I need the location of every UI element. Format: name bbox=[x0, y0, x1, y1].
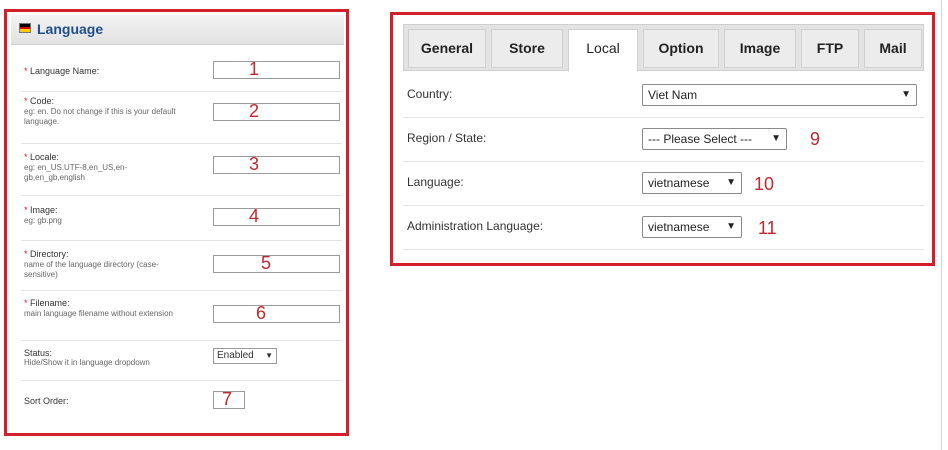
marker-6: 6 bbox=[256, 303, 267, 323]
page-edge-divider bbox=[941, 0, 942, 450]
sort-order-label: Sort Order: bbox=[24, 396, 69, 406]
directory-help: name of the language directory (case-sen… bbox=[24, 260, 159, 279]
chevron-down-icon: ▼ bbox=[726, 221, 736, 232]
settings-panel: General Store Local Option Image FTP Mai… bbox=[390, 12, 935, 266]
directory-row: * Directory: name of the language direct… bbox=[21, 241, 342, 291]
marker-11: 11 bbox=[758, 218, 777, 238]
language-select[interactable]: vietnamese ▼ bbox=[642, 172, 742, 194]
status-row: Status: Hide/Show it in language dropdow… bbox=[21, 341, 342, 381]
region-row: Region / State: --- Please Select --- ▼ … bbox=[403, 118, 924, 162]
filename-input[interactable] bbox=[213, 305, 340, 323]
chevron-down-icon: ▼ bbox=[771, 133, 781, 144]
image-help: eg: gb.png bbox=[24, 216, 62, 225]
filename-help: main language filename without extension bbox=[24, 309, 173, 318]
marker-7: 7 bbox=[222, 389, 233, 409]
tab-ftp[interactable]: FTP bbox=[801, 29, 859, 68]
tab-general[interactable]: General bbox=[408, 29, 486, 68]
marker-10: 10 bbox=[754, 174, 775, 194]
directory-input[interactable] bbox=[213, 255, 340, 273]
region-label: Region / State: bbox=[407, 131, 487, 145]
country-select[interactable]: Viet Nam ▼ bbox=[642, 84, 917, 106]
locale-row: * Locale: eg: en_US.UTF-8,en_US,en-gb,en… bbox=[21, 144, 342, 196]
status-select[interactable]: Enabled ▼ bbox=[213, 348, 277, 364]
language-panel: Language * Language Name: 1 * Code: eg: … bbox=[4, 9, 349, 436]
locale-help: eg: en_US.UTF-8,en_US,en-gb,en_gb,englis… bbox=[24, 163, 128, 182]
status-help: Hide/Show it in language dropdown bbox=[24, 358, 150, 367]
code-input[interactable] bbox=[213, 103, 340, 121]
filename-row: * Filename: main language filename witho… bbox=[21, 291, 342, 341]
image-input[interactable] bbox=[213, 208, 340, 226]
directory-label: Directory: bbox=[30, 249, 69, 259]
filename-label: Filename: bbox=[30, 298, 70, 308]
admin-language-row: Administration Language: vietnamese ▼ 11 bbox=[403, 206, 924, 250]
required-mark: * bbox=[24, 66, 28, 76]
marker-2: 2 bbox=[249, 101, 260, 121]
language-name-label: Language Name: bbox=[30, 66, 100, 76]
status-label: Status: bbox=[24, 348, 53, 358]
tab-local[interactable]: Local bbox=[568, 29, 638, 72]
code-help: eg: en. Do not change if this is your de… bbox=[24, 107, 176, 126]
chevron-down-icon: ▼ bbox=[901, 89, 911, 100]
chevron-down-icon: ▼ bbox=[265, 351, 273, 360]
chevron-down-icon: ▼ bbox=[726, 177, 736, 188]
image-label: Image: bbox=[30, 205, 58, 215]
marker-4: 4 bbox=[249, 206, 260, 226]
marker-9: 9 bbox=[810, 129, 821, 149]
tab-store[interactable]: Store bbox=[491, 29, 563, 68]
tab-strip: General Store Local Option Image FTP Mai… bbox=[403, 24, 924, 72]
panel-title: Language bbox=[37, 21, 104, 37]
admin-language-select[interactable]: vietnamese ▼ bbox=[642, 216, 742, 238]
marker-1: 1 bbox=[249, 59, 260, 79]
flag-icon bbox=[19, 23, 31, 33]
language-row: Language: vietnamese ▼ 10 bbox=[403, 162, 924, 206]
tab-option[interactable]: Option bbox=[643, 29, 719, 68]
locale-input[interactable] bbox=[213, 156, 340, 174]
tab-mail[interactable]: Mail bbox=[864, 29, 922, 68]
language-name-input[interactable] bbox=[213, 61, 340, 79]
region-select[interactable]: --- Please Select --- ▼ bbox=[642, 128, 787, 150]
image-row: * Image: eg: gb.png 4 bbox=[21, 196, 342, 241]
locale-label: Locale: bbox=[30, 152, 60, 162]
country-row: Country: Viet Nam ▼ bbox=[403, 74, 924, 118]
sort-order-row: Sort Order: 7 bbox=[21, 381, 342, 421]
code-label: Code: bbox=[30, 96, 55, 106]
admin-language-label: Administration Language: bbox=[407, 219, 544, 233]
language-label: Language: bbox=[407, 175, 464, 189]
marker-3: 3 bbox=[249, 154, 260, 174]
panel-header: Language bbox=[11, 15, 344, 45]
marker-5: 5 bbox=[261, 253, 272, 273]
language-name-row: * Language Name: 1 bbox=[21, 48, 342, 92]
code-row: * Code: eg: en. Do not change if this is… bbox=[21, 92, 342, 144]
country-label: Country: bbox=[407, 87, 453, 101]
tab-image[interactable]: Image bbox=[724, 29, 796, 68]
